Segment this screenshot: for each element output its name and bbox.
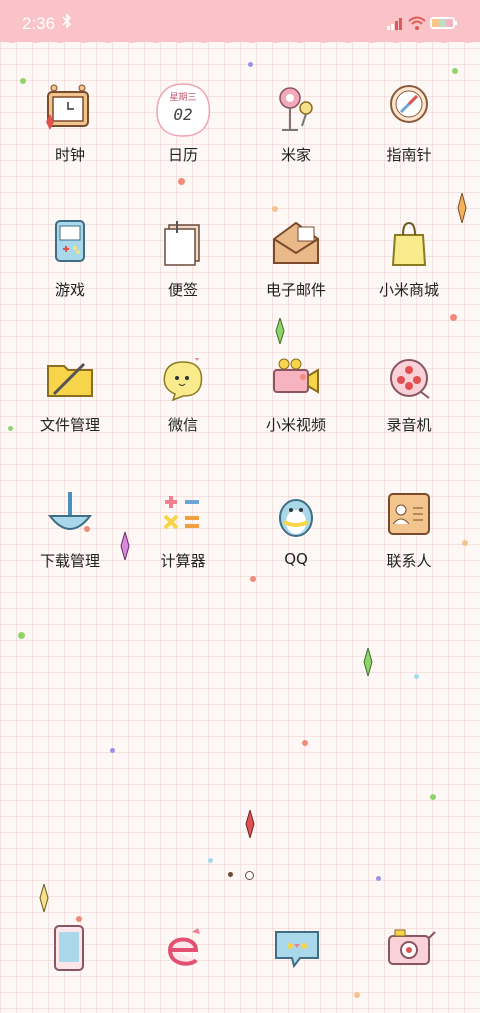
app-wechat[interactable]: 微信 <box>133 352 233 435</box>
dock-phone[interactable] <box>34 922 104 978</box>
chat-bubble-icon <box>163 358 203 402</box>
calendar-icon: 星期三 02 <box>156 83 211 137</box>
sparkle-icon <box>275 318 285 344</box>
app-label: 小米商城 <box>378 281 439 299</box>
bluetooth-icon <box>62 13 72 29</box>
decoration-dot <box>208 858 213 863</box>
app-mijia[interactable]: 米家 <box>246 82 346 165</box>
app-mivideo[interactable]: 小米视频 <box>246 352 346 435</box>
dock-messages[interactable] <box>262 922 332 978</box>
app-files[interactable]: 文件管理 <box>20 352 120 435</box>
decoration-dot <box>84 526 90 532</box>
decoration-dot <box>18 632 25 639</box>
compass-icon <box>390 85 428 123</box>
envelope-icon <box>273 221 319 264</box>
battery-icon <box>430 17 457 29</box>
decoration-dot <box>8 426 13 431</box>
decoration-dot <box>452 68 458 74</box>
film-reel-icon <box>390 359 430 399</box>
app-label: 下载管理 <box>39 552 100 570</box>
calculator-icon <box>163 496 199 530</box>
app-contacts[interactable]: 联系人 <box>359 488 459 571</box>
app-label: 小米视频 <box>265 416 326 434</box>
status-time: 2:36 <box>22 14 56 33</box>
app-label: 联系人 <box>386 552 432 570</box>
download-icon <box>47 492 93 530</box>
contact-card-icon <box>388 493 430 535</box>
sparkle-icon <box>39 884 49 912</box>
decoration-dot <box>376 876 381 881</box>
app-clock[interactable]: 时钟 <box>20 82 120 165</box>
app-calculator[interactable]: 计算器 <box>133 488 233 571</box>
app-mall[interactable]: 小米商城 <box>359 217 459 300</box>
svg-text:02: 02 <box>173 105 192 124</box>
decoration-dot <box>110 748 115 753</box>
camera-icon <box>388 929 436 965</box>
app-email[interactable]: 电子邮件 <box>246 217 346 300</box>
decoration-dot <box>430 794 436 800</box>
app-label: 微信 <box>167 416 198 434</box>
decoration-dot <box>300 374 306 380</box>
app-label: 指南针 <box>386 146 432 164</box>
app-calendar[interactable]: 星期三 02 日历 <box>133 82 233 165</box>
app-label: 米家 <box>280 146 311 164</box>
decoration-dot <box>354 992 360 998</box>
app-recorder[interactable]: 录音机 <box>359 352 459 435</box>
flower-icon <box>279 87 313 131</box>
app-label: 计算器 <box>160 552 206 570</box>
shopping-bag-icon <box>391 221 427 266</box>
sparkle-icon <box>245 810 255 838</box>
app-downloads[interactable]: 下载管理 <box>20 488 120 571</box>
app-label: 录音机 <box>386 416 432 434</box>
messages-icon <box>275 931 319 969</box>
decoration-dot <box>20 78 26 84</box>
app-label: 电子邮件 <box>265 281 326 299</box>
wifi-icon <box>408 16 426 30</box>
app-notes[interactable]: 便签 <box>133 217 233 300</box>
gamepad-icon <box>55 220 85 262</box>
sparkle-icon <box>363 648 373 676</box>
decoration-dot <box>248 62 253 67</box>
app-compass[interactable]: 指南针 <box>359 82 459 165</box>
app-label: 文件管理 <box>39 416 100 434</box>
decoration-dot <box>302 740 308 746</box>
svg-text:星期三: 星期三 <box>169 92 196 103</box>
app-label: 便签 <box>167 281 198 299</box>
app-label: QQ <box>284 550 308 568</box>
app-qq[interactable]: QQ <box>246 488 346 568</box>
app-label: 日历 <box>167 146 198 164</box>
sparkle-icon <box>457 193 467 223</box>
decoration-dot <box>245 871 254 880</box>
app-games[interactable]: 游戏 <box>20 217 120 300</box>
decoration-dot <box>450 314 457 321</box>
app-label: 时钟 <box>54 146 85 164</box>
app-label: 游戏 <box>54 281 85 299</box>
clock-icon <box>46 84 89 130</box>
video-camera-icon <box>273 358 319 394</box>
sparkle-icon <box>120 532 130 560</box>
penguin-icon <box>279 499 313 537</box>
decoration-dot <box>414 674 419 679</box>
dock-browser[interactable] <box>148 922 218 978</box>
dock-camera[interactable] <box>376 922 446 978</box>
decoration-dot <box>178 178 185 185</box>
decoration-dot <box>228 872 233 877</box>
browser-icon <box>167 928 200 966</box>
signal-icon <box>387 18 402 30</box>
decoration-dot <box>462 540 468 546</box>
folder-icon <box>47 362 93 397</box>
decoration-dot <box>272 206 278 212</box>
phone-icon <box>54 925 84 971</box>
decoration-dot <box>250 576 256 582</box>
notes-icon <box>164 221 200 266</box>
scallop-border <box>0 36 480 43</box>
